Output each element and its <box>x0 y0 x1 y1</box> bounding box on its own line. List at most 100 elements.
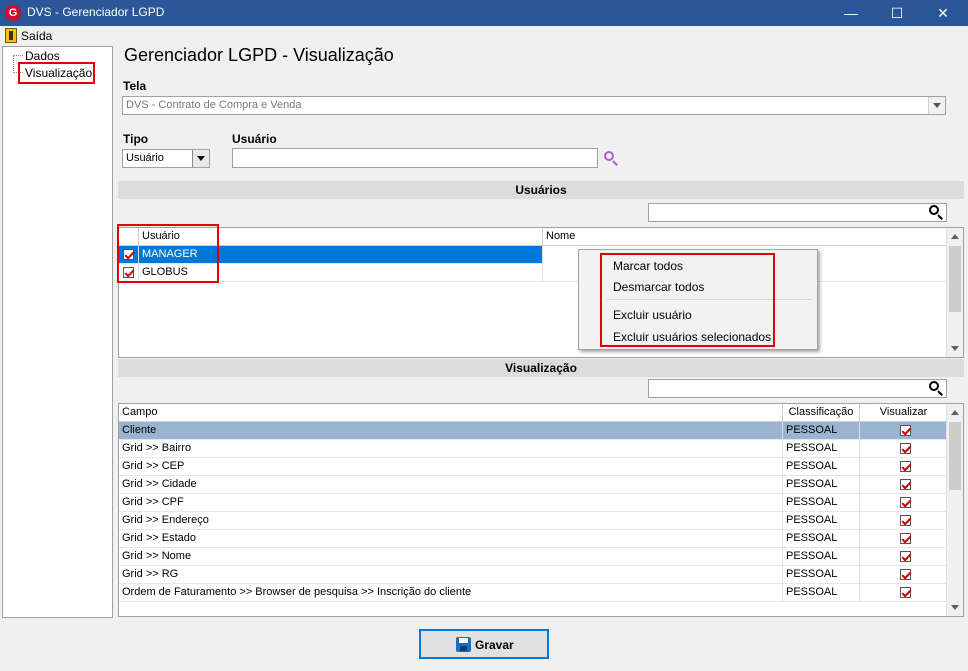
table-row[interactable]: MANAGER <box>119 246 948 264</box>
close-button[interactable]: ✕ <box>920 0 966 26</box>
page-title: Gerenciador LGPD - Visualização <box>124 45 394 65</box>
tela-select[interactable]: DVS - Contrato de Compra e Venda <box>122 96 946 115</box>
visible-cell[interactable] <box>860 530 948 548</box>
usuario-label: Usuário <box>232 132 277 146</box>
scroll-up-icon[interactable] <box>947 404 963 421</box>
visible-checkbox[interactable] <box>900 425 911 436</box>
users-filter-input[interactable] <box>648 203 947 222</box>
users-grid-scrollbar[interactable] <box>946 228 963 357</box>
class-cell[interactable]: PESSOAL <box>783 476 860 494</box>
usuario-input[interactable] <box>232 148 598 168</box>
highlight-box <box>117 224 219 283</box>
visible-checkbox[interactable] <box>900 443 911 454</box>
visible-cell[interactable] <box>860 422 948 440</box>
view-filter-input[interactable] <box>648 379 947 398</box>
class-cell[interactable]: PESSOAL <box>783 422 860 440</box>
menu-bar: Saída <box>0 26 968 46</box>
visible-checkbox[interactable] <box>900 515 911 526</box>
window-title: DVS - Gerenciador LGPD <box>27 5 165 19</box>
chevron-down-icon[interactable] <box>192 150 209 167</box>
scroll-thumb[interactable] <box>949 422 961 490</box>
tree-item-dados[interactable]: Dados <box>25 49 60 63</box>
field-cell[interactable]: Ordem de Faturamento >> Browser de pesqu… <box>119 584 783 602</box>
table-row[interactable]: Ordem de Faturamento >> Browser de pesqu… <box>119 584 948 602</box>
visible-checkbox[interactable] <box>900 551 911 562</box>
save-disk-icon <box>456 637 471 652</box>
tipo-select[interactable]: Usuário <box>122 149 210 168</box>
scroll-up-icon[interactable] <box>947 228 963 245</box>
app-logo-icon: G <box>5 5 21 21</box>
field-cell[interactable]: Grid >> Endereço <box>119 512 783 530</box>
exit-door-icon[interactable] <box>5 28 17 43</box>
tipo-select-value: Usuário <box>126 152 164 164</box>
visible-cell[interactable] <box>860 494 948 512</box>
class-cell[interactable]: PESSOAL <box>783 530 860 548</box>
chevron-down-icon[interactable] <box>928 97 945 114</box>
scroll-down-icon[interactable] <box>947 340 963 357</box>
table-row[interactable]: Grid >> Endereço PESSOAL <box>119 512 948 530</box>
users-grid: Usuário Nome MANAGER GLOBUS <box>118 227 964 358</box>
class-cell[interactable]: PESSOAL <box>783 512 860 530</box>
field-cell[interactable]: Grid >> CPF <box>119 494 783 512</box>
search-icon[interactable] <box>604 151 618 166</box>
tipo-label: Tipo <box>123 132 149 146</box>
visible-cell[interactable] <box>860 584 948 602</box>
table-row[interactable]: Grid >> Bairro PESSOAL <box>119 440 948 458</box>
visible-checkbox[interactable] <box>900 533 911 544</box>
minimize-button[interactable]: — <box>828 0 874 26</box>
table-row[interactable]: Grid >> Nome PESSOAL <box>119 548 948 566</box>
class-cell[interactable]: PESSOAL <box>783 494 860 512</box>
view-grid-header-visible[interactable]: Visualizar <box>860 404 948 422</box>
visible-cell[interactable] <box>860 440 948 458</box>
visible-cell[interactable] <box>860 566 948 584</box>
class-cell[interactable]: PESSOAL <box>783 566 860 584</box>
visible-cell[interactable] <box>860 512 948 530</box>
field-cell[interactable]: Grid >> Estado <box>119 530 783 548</box>
table-row[interactable]: Grid >> CPF PESSOAL <box>119 494 948 512</box>
navigation-tree: Dados Visualização <box>2 46 113 618</box>
visible-checkbox[interactable] <box>900 497 911 508</box>
menu-exit[interactable]: Saída <box>21 29 52 43</box>
tree-connector <box>13 55 14 73</box>
visible-cell[interactable] <box>860 548 948 566</box>
field-cell[interactable]: Grid >> Bairro <box>119 440 783 458</box>
tela-select-value: DVS - Contrato de Compra e Venda <box>126 99 302 111</box>
visible-cell[interactable] <box>860 476 948 494</box>
field-cell[interactable]: Grid >> Nome <box>119 548 783 566</box>
view-grid: Campo Classificação Visualizar Cliente P… <box>118 403 964 617</box>
maximize-button[interactable]: ☐ <box>874 0 920 26</box>
table-row[interactable]: GLOBUS <box>119 264 948 282</box>
tree-connector <box>13 55 23 56</box>
visible-cell[interactable] <box>860 458 948 476</box>
highlight-box <box>18 62 95 84</box>
field-cell[interactable]: Grid >> RG <box>119 566 783 584</box>
search-icon[interactable] <box>929 205 943 220</box>
users-grid-header-name[interactable]: Nome <box>543 228 948 246</box>
class-cell[interactable]: PESSOAL <box>783 458 860 476</box>
visible-checkbox[interactable] <box>900 587 911 598</box>
scroll-thumb[interactable] <box>949 246 961 312</box>
view-grid-header-field[interactable]: Campo <box>119 404 783 422</box>
table-row[interactable]: Grid >> Estado PESSOAL <box>119 530 948 548</box>
class-cell[interactable]: PESSOAL <box>783 584 860 602</box>
view-grid-scrollbar[interactable] <box>946 404 963 616</box>
class-cell[interactable]: PESSOAL <box>783 548 860 566</box>
users-section-header: Usuários <box>118 181 964 199</box>
table-row[interactable]: Grid >> Cidade PESSOAL <box>119 476 948 494</box>
title-bar: G DVS - Gerenciador LGPD — ☐ ✕ <box>0 0 968 26</box>
visible-checkbox[interactable] <box>900 569 911 580</box>
view-grid-header-class[interactable]: Classificação <box>783 404 860 422</box>
field-cell[interactable]: Grid >> Cidade <box>119 476 783 494</box>
visible-checkbox[interactable] <box>900 461 911 472</box>
field-cell[interactable]: Cliente <box>119 422 783 440</box>
field-cell[interactable]: Grid >> CEP <box>119 458 783 476</box>
table-row[interactable]: Grid >> RG PESSOAL <box>119 566 948 584</box>
search-icon[interactable] <box>929 381 943 396</box>
save-button[interactable]: Gravar <box>419 629 549 659</box>
table-row[interactable]: Grid >> CEP PESSOAL <box>119 458 948 476</box>
view-section-header: Visualização <box>118 359 964 377</box>
class-cell[interactable]: PESSOAL <box>783 440 860 458</box>
scroll-down-icon[interactable] <box>947 599 963 616</box>
visible-checkbox[interactable] <box>900 479 911 490</box>
table-row[interactable]: Cliente PESSOAL <box>119 422 948 440</box>
